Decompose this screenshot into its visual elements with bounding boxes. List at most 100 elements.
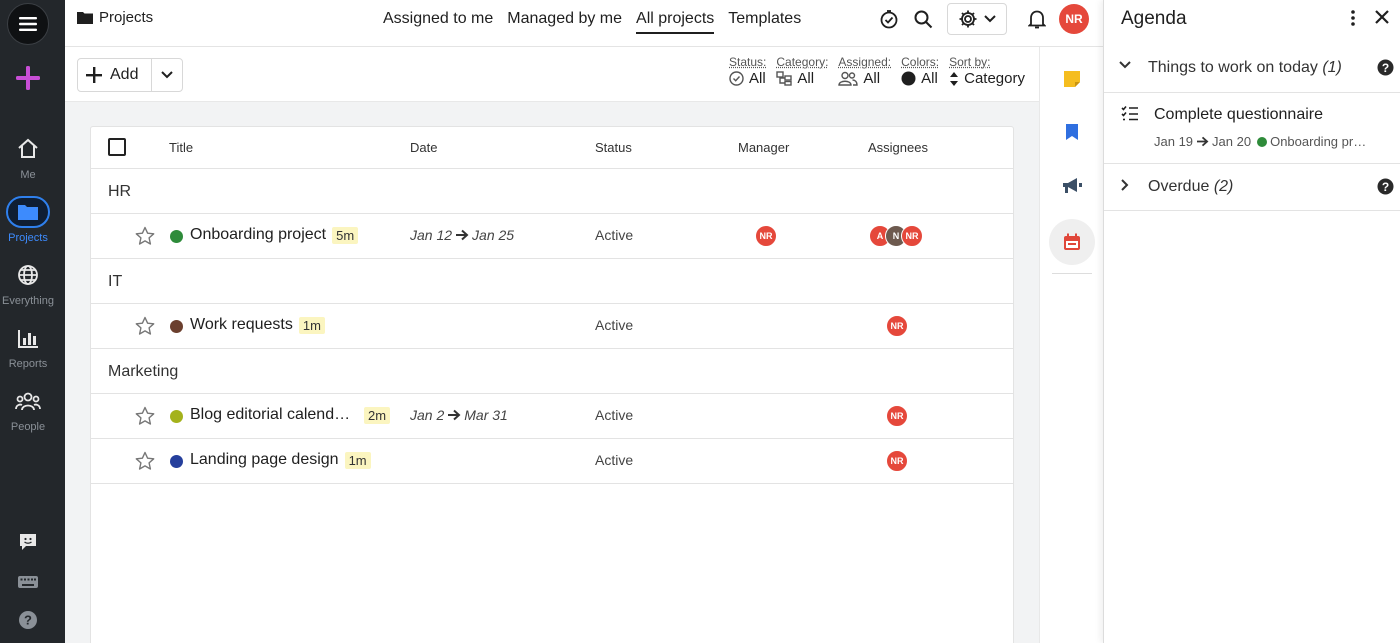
help-button[interactable]: ? <box>1377 59 1394 81</box>
sidebar-item-people[interactable]: People <box>0 385 56 433</box>
group-header[interactable]: Marketing <box>91 349 1013 394</box>
feedback-button[interactable] <box>16 530 40 554</box>
date-end: Mar 31 <box>464 407 508 423</box>
manager-avatar[interactable]: NR <box>755 225 777 247</box>
plus-icon <box>86 67 102 83</box>
announcements-button[interactable] <box>1060 174 1084 198</box>
filter-colors[interactable]: Colors: All <box>901 55 939 87</box>
table-row[interactable]: Landing page design 1m Active NR <box>91 439 1013 484</box>
star-icon[interactable] <box>135 451 155 476</box>
check-circle-icon <box>729 71 744 86</box>
help-circle-icon: ? <box>1377 178 1394 195</box>
sidebar-item-everything[interactable]: Everything <box>0 259 56 307</box>
column-header-assignees[interactable]: Assignees <box>868 140 928 155</box>
agenda-header: Agenda <box>1104 0 1400 37</box>
timer-button[interactable] <box>875 5 903 33</box>
agenda-button[interactable] <box>1049 219 1095 265</box>
table-row[interactable]: Blog editorial calenda… 2m Jan 2 Mar 31 … <box>91 394 1013 439</box>
chevron-down-icon <box>984 15 996 23</box>
assignee-avatar: NR <box>886 315 908 337</box>
tab-assigned-to-me[interactable]: Assigned to me <box>383 0 493 34</box>
sidebar-item-me[interactable]: Me <box>0 133 56 181</box>
tab-managed-by-me[interactable]: Managed by me <box>507 0 622 34</box>
right-tool-strip <box>1039 47 1103 643</box>
help-button[interactable]: ? <box>16 608 40 632</box>
group-header[interactable]: IT <box>91 259 1013 304</box>
help-circle-icon: ? <box>19 611 37 629</box>
project-title[interactable]: Onboarding project <box>190 226 326 244</box>
table-row[interactable]: Onboarding project 5m Jan 12 Jan 25 Acti… <box>91 214 1013 259</box>
date-end: Jan 25 <box>472 227 515 243</box>
keyboard-shortcuts-button[interactable] <box>16 570 40 594</box>
notes-button[interactable] <box>1060 67 1084 91</box>
assignee-avatars[interactable]: NR <box>886 405 908 427</box>
sidebar-item-label: Projects <box>8 232 48 244</box>
agenda-panel: Agenda Things to work on today (1) ? Com… <box>1103 0 1400 643</box>
column-header-title[interactable]: Title <box>169 140 193 155</box>
add-button-label: Add <box>110 66 139 83</box>
column-header-status[interactable]: Status <box>595 140 632 155</box>
more-options-button[interactable] <box>1350 9 1356 32</box>
bell-icon <box>1028 10 1046 29</box>
assignee-avatars[interactable]: A N NR <box>869 225 923 247</box>
project-status: Active <box>595 452 634 468</box>
bookmarks-button[interactable] <box>1060 120 1084 144</box>
chat-feedback-icon <box>20 534 36 550</box>
assignee-avatars[interactable]: NR <box>886 315 908 337</box>
help-button[interactable]: ? <box>1377 178 1394 200</box>
agenda-task-item[interactable]: Complete questionnaire Jan 19 Jan 20 Onb… <box>1104 93 1400 164</box>
project-tabs: Assigned to me Managed by me All project… <box>383 0 801 47</box>
add-button[interactable]: Add <box>78 59 152 91</box>
filter-assigned[interactable]: Assigned: All <box>838 55 891 87</box>
left-sidebar: Me Projects Everything Reports People ? <box>0 0 65 643</box>
tab-templates[interactable]: Templates <box>728 0 801 34</box>
main-menu-button[interactable] <box>7 3 49 45</box>
sort-by[interactable]: Sort by: Category <box>949 55 1025 87</box>
table-row[interactable]: Work requests 1m Active NR <box>91 304 1013 349</box>
section-label-text: Overdue <box>1148 178 1210 195</box>
project-color-dot <box>170 455 183 468</box>
select-all-checkbox[interactable] <box>108 138 126 156</box>
assignee-avatar: NR <box>886 405 908 427</box>
group-header[interactable]: HR <box>91 169 1013 214</box>
filter-value: All <box>921 70 938 87</box>
tab-all-projects[interactable]: All projects <box>636 0 715 34</box>
column-header-manager[interactable]: Manager <box>738 140 789 155</box>
sidebar-item-projects[interactable]: Projects <box>6 196 50 244</box>
projects-table: Title Date Status Manager Assignees HR O… <box>90 126 1014 643</box>
project-title[interactable]: Blog editorial calenda… <box>190 406 358 424</box>
create-new-button[interactable] <box>13 63 43 93</box>
assignee-avatar: NR <box>886 450 908 472</box>
column-header-date[interactable]: Date <box>410 140 437 155</box>
close-panel-button[interactable] <box>1374 9 1390 30</box>
main-content: Title Date Status Manager Assignees HR O… <box>65 102 1039 643</box>
checklist-icon <box>1121 105 1138 121</box>
section-count: (1) <box>1322 59 1342 76</box>
arrow-right-icon <box>448 409 461 421</box>
sidebar-item-reports[interactable]: Reports <box>0 322 56 370</box>
assignee-avatars[interactable]: NR <box>886 450 908 472</box>
star-icon[interactable] <box>135 406 155 431</box>
filter-status[interactable]: Status: All <box>729 55 766 87</box>
topbar-actions: NR <box>869 2 1089 36</box>
date-start: Jan 2 <box>410 407 445 423</box>
people-icon <box>6 385 50 417</box>
sidebar-item-label: People <box>10 421 46 433</box>
project-title[interactable]: Landing page design <box>190 451 339 469</box>
search-button[interactable] <box>909 5 937 33</box>
star-icon[interactable] <box>135 226 155 251</box>
filter-value: All <box>749 70 766 87</box>
project-title[interactable]: Work requests <box>190 316 293 334</box>
filter-label: Assigned: <box>838 55 892 69</box>
star-icon[interactable] <box>135 316 155 341</box>
notifications-button[interactable] <box>1023 5 1051 33</box>
agenda-section-overdue[interactable]: Overdue (2) ? <box>1104 164 1400 211</box>
user-avatar[interactable]: NR <box>1059 4 1089 34</box>
filter-category[interactable]: Category: All <box>776 55 828 87</box>
agenda-section-today[interactable]: Things to work on today (1) ? <box>1104 37 1400 93</box>
filter-label: Sort by: <box>949 55 991 69</box>
settings-dropdown[interactable] <box>947 3 1007 35</box>
stopwatch-check-icon <box>880 10 898 29</box>
add-dropdown-button[interactable] <box>152 71 182 79</box>
svg-text:?: ? <box>1382 180 1389 194</box>
